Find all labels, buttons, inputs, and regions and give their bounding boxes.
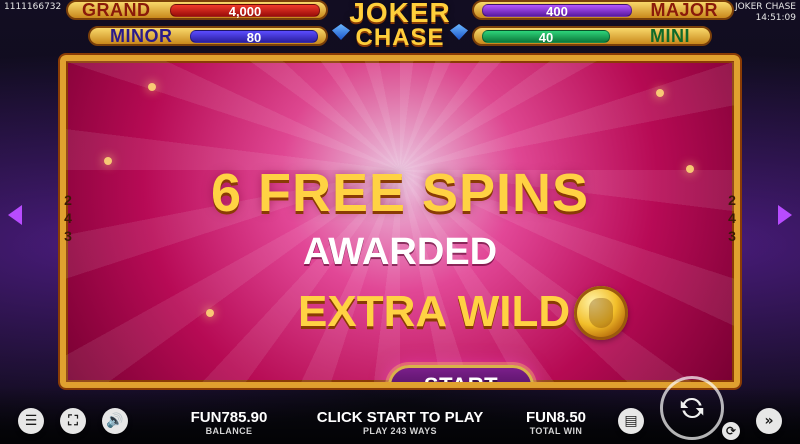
balance: FUN785.90 BALANCE (184, 409, 274, 436)
right-arrow-icon[interactable] (778, 205, 792, 225)
fast-forward-button[interactable]: » (756, 408, 782, 434)
payline-number: 2 (728, 192, 736, 208)
jackpot-minor: MINOR 80 (88, 26, 328, 46)
right-payline-numbers: 2 4 3 (726, 191, 738, 245)
sound-button[interactable]: 🔊 (102, 408, 128, 434)
fullscreen-icon: ⛶ (68, 413, 78, 429)
total-win-value: FUN8.50 (525, 409, 587, 426)
payline-number: 2 (64, 192, 72, 208)
jackpot-grand-label: GRAND (82, 0, 151, 20)
free-spins-dialog: 6 FREE SPINS AWARDED EXTRA WILD START (60, 55, 740, 388)
menu-button[interactable]: ☰ (18, 408, 44, 434)
autoplay-icon: ⟳ (725, 424, 737, 438)
menu-icon: ☰ (24, 413, 38, 429)
sparkle (148, 83, 156, 91)
jackpot-minor-value: 80 (190, 30, 318, 44)
jackpot-mini: 40 MINI (472, 26, 712, 46)
clock: 14:51:09 (755, 13, 796, 23)
game-name: JOKER CHASE (734, 2, 796, 12)
game-logo: JOKER CHASE (318, 0, 482, 54)
status-main: CLICK START TO PLAY (316, 409, 484, 426)
sparkle (656, 89, 664, 97)
joker-face-icon (589, 298, 613, 328)
payline-number: 4 (64, 210, 72, 226)
sparkle (206, 309, 214, 317)
jackpot-mini-value: 40 (482, 30, 610, 44)
status-sub: PLAY 243 WAYS (363, 426, 437, 436)
balance-value: FUN785.90 (190, 409, 268, 426)
sound-icon: 🔊 (106, 413, 124, 429)
jackpot-major: 400 MAJOR (472, 0, 734, 20)
info-icon: ▤ (624, 413, 638, 429)
status-message: CLICK START TO PLAY PLAY 243 WAYS (300, 409, 500, 436)
jackpot-minor-label: MINOR (110, 26, 173, 46)
left-payline-numbers: 2 4 3 (62, 191, 74, 245)
autoplay-button[interactable]: ⟳ (722, 422, 740, 440)
joker-coin-icon (574, 286, 628, 340)
jackpot-mini-label: MINI (650, 26, 690, 46)
extra-wild-text: EXTRA WILD (298, 287, 571, 336)
jackpot-major-label: MAJOR (650, 0, 718, 20)
start-button[interactable]: START (388, 365, 534, 382)
jackpot-grand: GRAND 4,000 (66, 0, 328, 20)
total-win-caption: TOTAL WIN (529, 426, 583, 436)
awarded-text: AWARDED (302, 231, 498, 273)
payline-number: 3 (64, 228, 72, 244)
spin-icon (680, 397, 704, 419)
payline-number: 3 (728, 228, 736, 244)
fast-forward-icon: » (764, 413, 774, 429)
jackpot-major-value: 400 (482, 4, 632, 18)
spin-button[interactable] (660, 376, 724, 440)
info-button[interactable]: ▤ (618, 408, 644, 434)
session-id: 1111166732 (4, 2, 62, 12)
payline-number: 4 (728, 210, 736, 226)
left-arrow-icon[interactable] (8, 205, 22, 225)
free-spins-headline: 6 FREE SPINS (210, 163, 590, 223)
balance-caption: BALANCE (205, 426, 253, 436)
fullscreen-button[interactable]: ⛶ (60, 408, 86, 434)
jackpot-grand-value: 4,000 (170, 4, 320, 18)
game-info: JOKER CHASE 14:51:09 (735, 2, 796, 24)
total-win: FUN8.50 TOTAL WIN (516, 409, 596, 436)
